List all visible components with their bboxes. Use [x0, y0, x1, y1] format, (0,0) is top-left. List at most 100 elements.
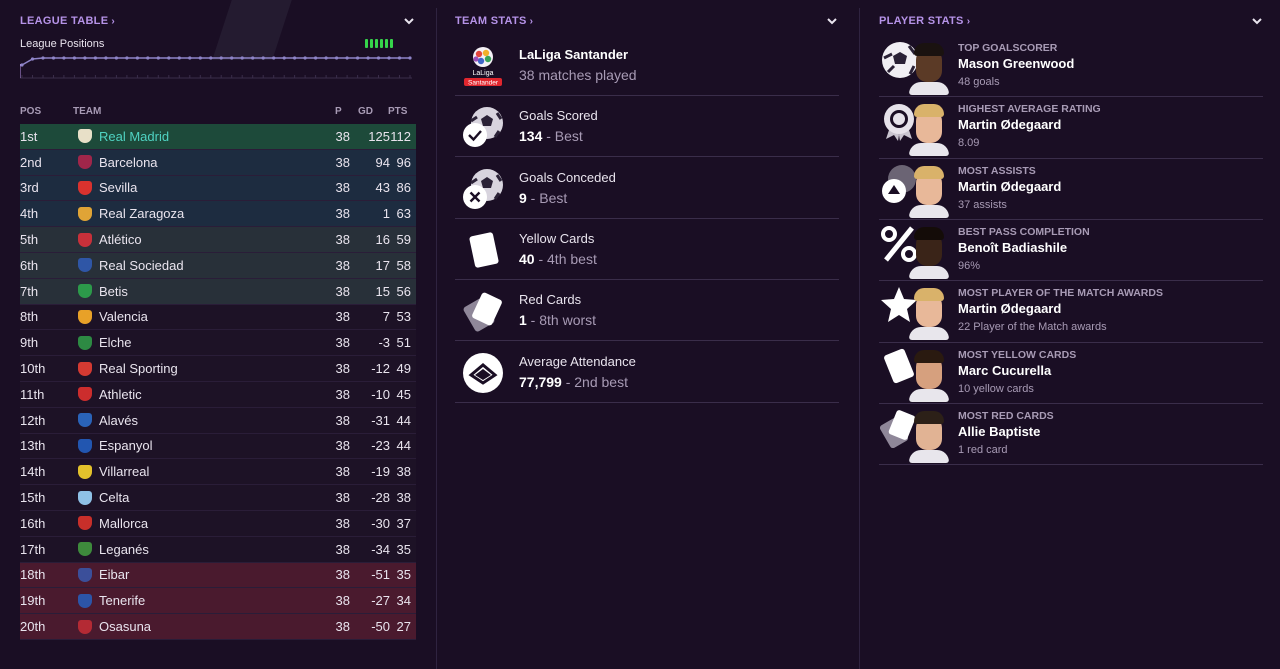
player-stat-item[interactable]: BEST PASS COMPLETION Benoît Badiashile 96% [879, 220, 1263, 282]
position-marker [345, 56, 349, 60]
table-row[interactable]: 14th Villarreal 38 -19 38 [20, 459, 416, 486]
team-name-link[interactable]: Real Madrid [99, 129, 169, 144]
player-portrait[interactable] [909, 283, 949, 341]
table-row[interactable]: 1st Real Madrid 38 125 112 [20, 124, 416, 150]
team-stats-title[interactable]: TEAM STATS [455, 15, 527, 27]
team-stat-value-main: 9 [519, 189, 527, 206]
team-stat-value: 40 - 4th best [519, 251, 597, 267]
table-row[interactable]: 8th Valencia 38 7 53 [20, 304, 416, 331]
team-name-link[interactable]: Alavés [99, 413, 138, 428]
team-name-link[interactable]: Atlético [99, 232, 142, 247]
player-stat-item[interactable]: HIGHEST AVERAGE RATING Martin Ødegaard 8.0… [879, 97, 1263, 159]
table-row[interactable]: 11th Athletic 38 -10 45 [20, 381, 416, 408]
table-row[interactable]: 15th Celta 38 -28 38 [20, 485, 416, 511]
position-marker [230, 56, 234, 60]
col-pos[interactable]: POS [20, 106, 41, 117]
player-name-link[interactable]: Marc Cucurella [958, 363, 1051, 378]
team-name-link[interactable]: Espanyol [99, 438, 152, 453]
player-name-link[interactable]: Benoît Badiashile [958, 240, 1067, 255]
team-name-link[interactable]: Villarreal [99, 464, 149, 479]
player-portrait[interactable] [909, 222, 949, 279]
player-portrait[interactable] [909, 406, 949, 463]
col-goal-difference[interactable]: GD [358, 106, 373, 117]
table-row[interactable]: 13th Espanyol 38 -23 44 [20, 433, 416, 460]
table-row[interactable]: 3rd Sevilla 38 43 86 [20, 175, 416, 202]
team-stat-item[interactable]: Goals Scored 134 - Best [455, 96, 839, 158]
goals-scored-ball-icon [461, 105, 505, 149]
league-table-title[interactable]: LEAGUE TABLE [20, 15, 108, 27]
table-row[interactable]: 18th Eibar 38 -51 35 [20, 562, 416, 589]
team-name-link[interactable]: Celta [99, 490, 129, 505]
row-goal-difference: 1 [382, 206, 390, 222]
chevron-down-icon[interactable] [402, 14, 416, 28]
position-marker [397, 56, 402, 60]
row-played: 38 [335, 180, 350, 196]
row-points: 59 [396, 232, 411, 248]
player-stats-title[interactable]: PLAYER STATS [879, 15, 964, 27]
team-stat-item[interactable]: Average Attendance 77,799 - 2nd best [455, 342, 839, 403]
row-played: 38 [335, 283, 350, 299]
table-row[interactable]: 20th Osasuna 38 -50 27 [20, 614, 416, 640]
player-name-link[interactable]: Martin Ødegaard [958, 179, 1061, 194]
col-team[interactable]: TEAM [73, 106, 101, 117]
team-stat-item[interactable]: LaLiga Santander LaLiga Santander 38 matche… [455, 35, 839, 96]
team-name-link[interactable]: Sevilla [99, 180, 137, 195]
team-name-link[interactable]: Tenerife [99, 593, 145, 608]
club-badge-icon [78, 155, 92, 170]
position-marker [62, 56, 66, 60]
table-row[interactable]: 2nd Barcelona 38 94 96 [20, 149, 416, 176]
position-marker [20, 63, 24, 67]
chevron-down-icon[interactable] [1250, 14, 1264, 28]
team-name-link[interactable]: Osasuna [99, 619, 151, 634]
table-row[interactable]: 9th Elche 38 -3 51 [20, 330, 416, 357]
position-marker [335, 56, 339, 60]
table-row[interactable]: 12th Alavés 38 -31 44 [20, 407, 416, 434]
team-stat-item[interactable]: Red Cards 1 - 8th worst [455, 280, 839, 342]
table-row[interactable]: 6th Real Sociedad 38 17 58 [20, 252, 416, 279]
team-name-link[interactable]: Betis [99, 284, 128, 299]
club-badge-icon [78, 464, 92, 479]
table-row[interactable]: 7th Betis 38 15 56 [20, 278, 416, 305]
player-stat-item[interactable]: MOST RED CARDS Allie Baptiste 1 red card [879, 404, 1263, 466]
player-stat-category: HIGHEST AVERAGE RATING [958, 103, 1101, 116]
league-table-header[interactable]: LEAGUE TABLE › [20, 0, 416, 42]
team-name-link[interactable]: Mallorca [99, 516, 148, 531]
team-stat-item[interactable]: Goals Conceded 9 - Best [455, 158, 839, 219]
table-row[interactable]: 10th Real Sporting 38 -12 49 [20, 356, 416, 382]
team-name-link[interactable]: Eibar [99, 567, 129, 582]
col-points[interactable]: PTS [388, 106, 407, 117]
position-marker [240, 56, 244, 60]
player-stat-item[interactable]: TOP GOALSCORER Mason Greenwood 48 goals [879, 36, 1263, 98]
table-row[interactable]: 5th Atlético 38 16 59 [20, 227, 416, 253]
team-name-link[interactable]: Valencia [99, 309, 148, 324]
table-row[interactable]: 17th Leganés 38 -34 35 [20, 536, 416, 563]
player-portrait[interactable] [909, 161, 949, 218]
team-name-link[interactable]: Real Sociedad [99, 258, 184, 273]
player-stat-item[interactable]: MOST PLAYER OF THE MATCH AWARDS Martin Ød… [879, 281, 1263, 343]
row-points: 27 [396, 619, 411, 635]
team-name-link[interactable]: Real Zaragoza [99, 206, 184, 221]
player-name-link[interactable]: Mason Greenwood [958, 56, 1074, 71]
table-row[interactable]: 19th Tenerife 38 -27 34 [20, 588, 416, 615]
team-name-link[interactable]: Athletic [99, 387, 142, 402]
player-portrait[interactable] [909, 99, 949, 157]
form-dot [380, 39, 383, 48]
team-name-link[interactable]: Leganés [99, 542, 149, 557]
player-stat-item[interactable]: MOST ASSISTS Martin Ødegaard 37 assists [879, 159, 1263, 220]
team-name-link[interactable]: Elche [99, 335, 132, 350]
row-goal-difference: -12 [371, 361, 390, 377]
player-portrait[interactable] [909, 345, 949, 402]
chevron-down-icon[interactable] [825, 14, 839, 28]
table-row[interactable]: 4th Real Zaragoza 38 1 63 [20, 201, 416, 228]
team-name-link[interactable]: Real Sporting [99, 361, 178, 376]
team-name-link[interactable]: Barcelona [99, 155, 158, 170]
row-position: 1st [20, 128, 38, 144]
table-row[interactable]: 16th Mallorca 38 -30 37 [20, 510, 416, 537]
player-name-link[interactable]: Allie Baptiste [958, 424, 1040, 439]
team-stat-item[interactable]: Yellow Cards 40 - 4th best [455, 219, 839, 280]
player-name-link[interactable]: Martin Ødegaard [958, 117, 1061, 132]
col-played[interactable]: P [335, 106, 342, 117]
player-portrait[interactable] [909, 38, 949, 95]
player-name-link[interactable]: Martin Ødegaard [958, 301, 1061, 316]
player-stat-item[interactable]: MOST YELLOW CARDS Marc Cucurella 10 yellow… [879, 343, 1263, 404]
